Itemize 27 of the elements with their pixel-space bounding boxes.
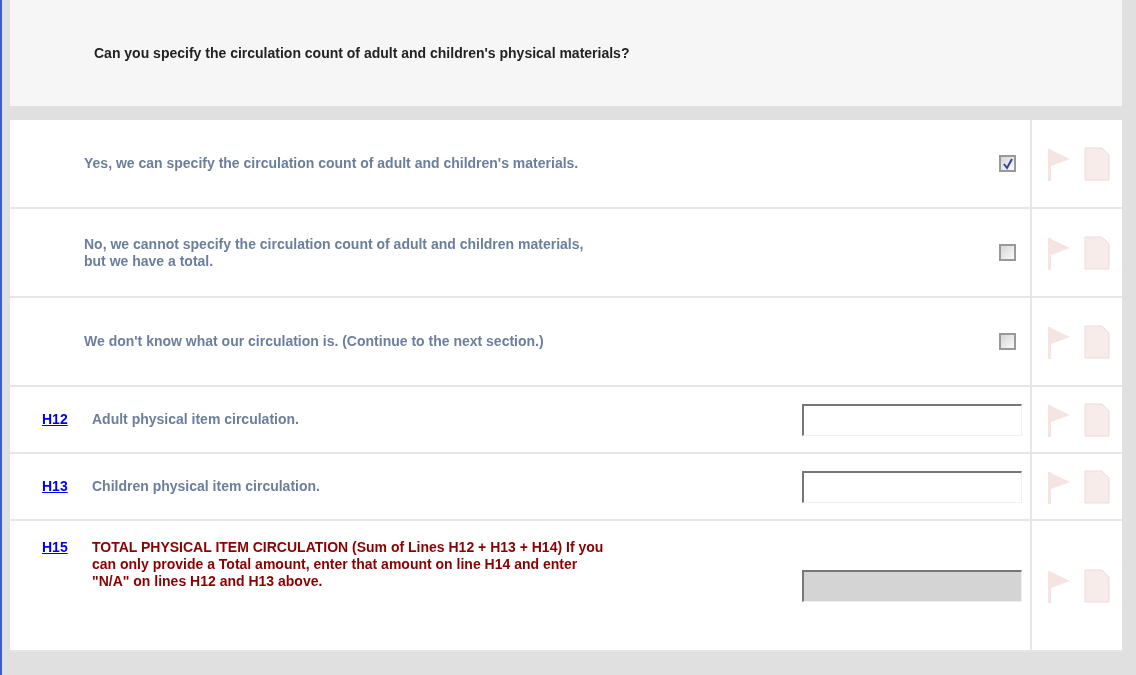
field-label: Children physical item circulation. bbox=[92, 478, 321, 495]
flag-icon[interactable] bbox=[1046, 469, 1070, 504]
number-input[interactable] bbox=[802, 470, 1022, 503]
code-link[interactable]: H15 bbox=[42, 539, 92, 556]
flag-icon[interactable] bbox=[1046, 324, 1070, 359]
flag-icon[interactable] bbox=[1046, 568, 1070, 603]
document-icon[interactable] bbox=[1084, 146, 1110, 181]
code-link[interactable]: H13 bbox=[42, 478, 92, 495]
option-label: No, we cannot specify the circulation count of adult and children materials, but we have a total. bbox=[84, 235, 585, 270]
checkbox[interactable] bbox=[999, 244, 1016, 261]
total-label: TOTAL PHYSICAL ITEM CIRCULATION (Sum of Lines H12 + H13 + H14) If you can only provide a Total amount, enter that amount on line H14 and enter "N/A" on lines H12 and H13 above. bbox=[92, 539, 605, 590]
document-icon[interactable] bbox=[1084, 324, 1110, 359]
document-icon[interactable] bbox=[1084, 469, 1110, 504]
flag-icon[interactable] bbox=[1046, 146, 1070, 181]
checkbox[interactable] bbox=[999, 155, 1016, 172]
document-icon[interactable] bbox=[1084, 402, 1110, 437]
flag-icon[interactable] bbox=[1046, 402, 1070, 437]
code-link[interactable]: H12 bbox=[42, 411, 92, 428]
question-text: Can you specify the circulation count of adult and children's physical materials? bbox=[94, 43, 630, 63]
field-label: Adult physical item circulation. bbox=[92, 411, 300, 428]
option-label: We don't know what our circulation is. (Continue to the next section.) bbox=[84, 333, 545, 350]
flag-icon[interactable] bbox=[1046, 235, 1070, 270]
option-label: Yes, we can specify the circulation count of adult and children's materials. bbox=[84, 155, 580, 172]
document-icon[interactable] bbox=[1084, 235, 1110, 270]
number-input[interactable] bbox=[802, 403, 1022, 436]
document-icon[interactable] bbox=[1084, 568, 1110, 603]
checkbox[interactable] bbox=[999, 333, 1016, 350]
